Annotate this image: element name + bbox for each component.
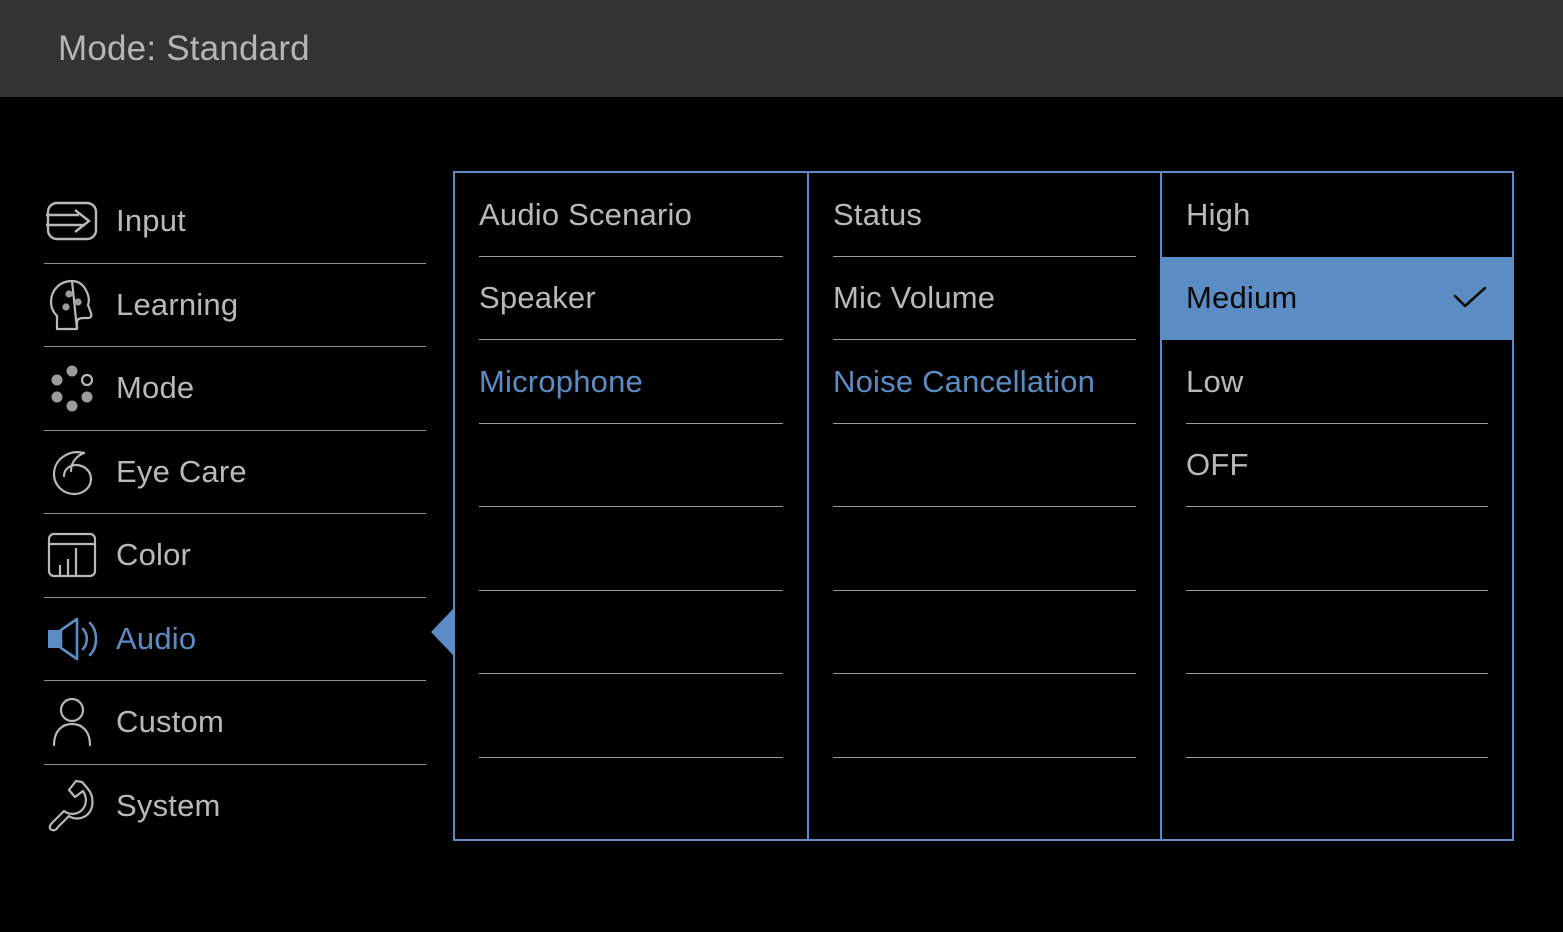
page-title: Mode: Standard <box>58 29 310 68</box>
sidebar-item-label: Audio <box>116 620 197 656</box>
sidebar-item-label: Input <box>116 203 186 239</box>
list-item[interactable]: Speaker <box>455 257 807 340</box>
speaker-icon <box>44 612 100 666</box>
list-item[interactable]: Mic Volume <box>809 257 1160 340</box>
eye-icon <box>44 445 100 499</box>
sidebar-item-eye-care[interactable]: Eye Care <box>44 431 426 514</box>
list-item-empty <box>1162 507 1512 591</box>
sidebar-item-label: Mode <box>116 370 195 406</box>
osd-screen: Mode: Standard Input Learning Mode Eye C… <box>0 0 1563 932</box>
sidebar-item-label: Color <box>116 537 192 573</box>
input-arrow-icon <box>44 194 100 248</box>
list-item-label: Mic Volume <box>833 280 996 316</box>
option-high[interactable]: High <box>1162 173 1512 257</box>
sidebar-item-audio[interactable]: Audio <box>44 598 426 681</box>
list-item-empty <box>809 507 1160 591</box>
sidebar-item-label: Eye Care <box>116 453 247 489</box>
sidebar: Input Learning Mode Eye Care Color Audio… <box>44 180 426 848</box>
list-item-selected[interactable]: Noise Cancellation <box>809 340 1160 424</box>
sidebar-item-color[interactable]: Color <box>44 514 426 598</box>
list-item-empty <box>809 674 1160 758</box>
color-monitor-icon <box>44 528 100 582</box>
list-item-empty <box>1162 591 1512 674</box>
list-item-empty <box>455 674 807 758</box>
sidebar-item-label: Custom <box>116 704 225 740</box>
list-item-empty <box>455 507 807 591</box>
list-item-label: Microphone <box>479 363 643 399</box>
person-icon <box>44 695 100 749</box>
column-microphone-menu: Status Mic Volume Noise Cancellation <box>809 173 1162 839</box>
sidebar-item-system[interactable]: System <box>44 765 426 849</box>
option-off[interactable]: OFF <box>1162 424 1512 507</box>
left-triangle-icon <box>431 609 453 655</box>
list-item-empty <box>455 424 807 507</box>
osd-panel: Audio Scenario Speaker Microphone Status… <box>453 171 1514 841</box>
option-label: High <box>1186 196 1251 232</box>
list-item-label: Speaker <box>479 280 596 316</box>
list-item-empty <box>1162 758 1512 840</box>
list-item-empty <box>809 591 1160 674</box>
wrench-icon <box>44 779 100 833</box>
sidebar-item-label: System <box>116 788 221 824</box>
sidebar-item-input[interactable]: Input <box>44 180 426 264</box>
list-item-empty <box>809 758 1160 840</box>
option-label: Low <box>1186 363 1244 399</box>
list-item-empty <box>809 424 1160 507</box>
option-label: OFF <box>1186 447 1249 483</box>
list-item-empty <box>455 758 807 840</box>
dots-circle-icon <box>44 361 100 415</box>
sidebar-item-mode[interactable]: Mode <box>44 347 426 431</box>
option-medium-selected[interactable]: Medium <box>1162 256 1512 340</box>
list-item-label: Noise Cancellation <box>833 363 1096 399</box>
head-brain-icon <box>44 278 100 332</box>
sidebar-item-learning[interactable]: Learning <box>44 264 426 347</box>
osd-header-bar: Mode: Standard <box>0 0 1563 97</box>
list-item-label: Audio Scenario <box>479 196 693 232</box>
column-audio-menu: Audio Scenario Speaker Microphone <box>455 173 809 839</box>
list-item-empty <box>455 591 807 674</box>
option-low[interactable]: Low <box>1162 340 1512 424</box>
list-item-label: Status <box>833 196 923 232</box>
column-noise-cancellation-options: High Medium Low OFF <box>1162 173 1512 839</box>
list-item-empty <box>1162 674 1512 758</box>
sidebar-item-custom[interactable]: Custom <box>44 681 426 765</box>
checkmark-icon <box>1453 286 1487 309</box>
sidebar-item-label: Learning <box>116 286 239 322</box>
list-item[interactable]: Audio Scenario <box>455 173 807 257</box>
option-label: Medium <box>1186 280 1298 316</box>
list-item[interactable]: Status <box>809 173 1160 257</box>
list-item-selected[interactable]: Microphone <box>455 340 807 424</box>
